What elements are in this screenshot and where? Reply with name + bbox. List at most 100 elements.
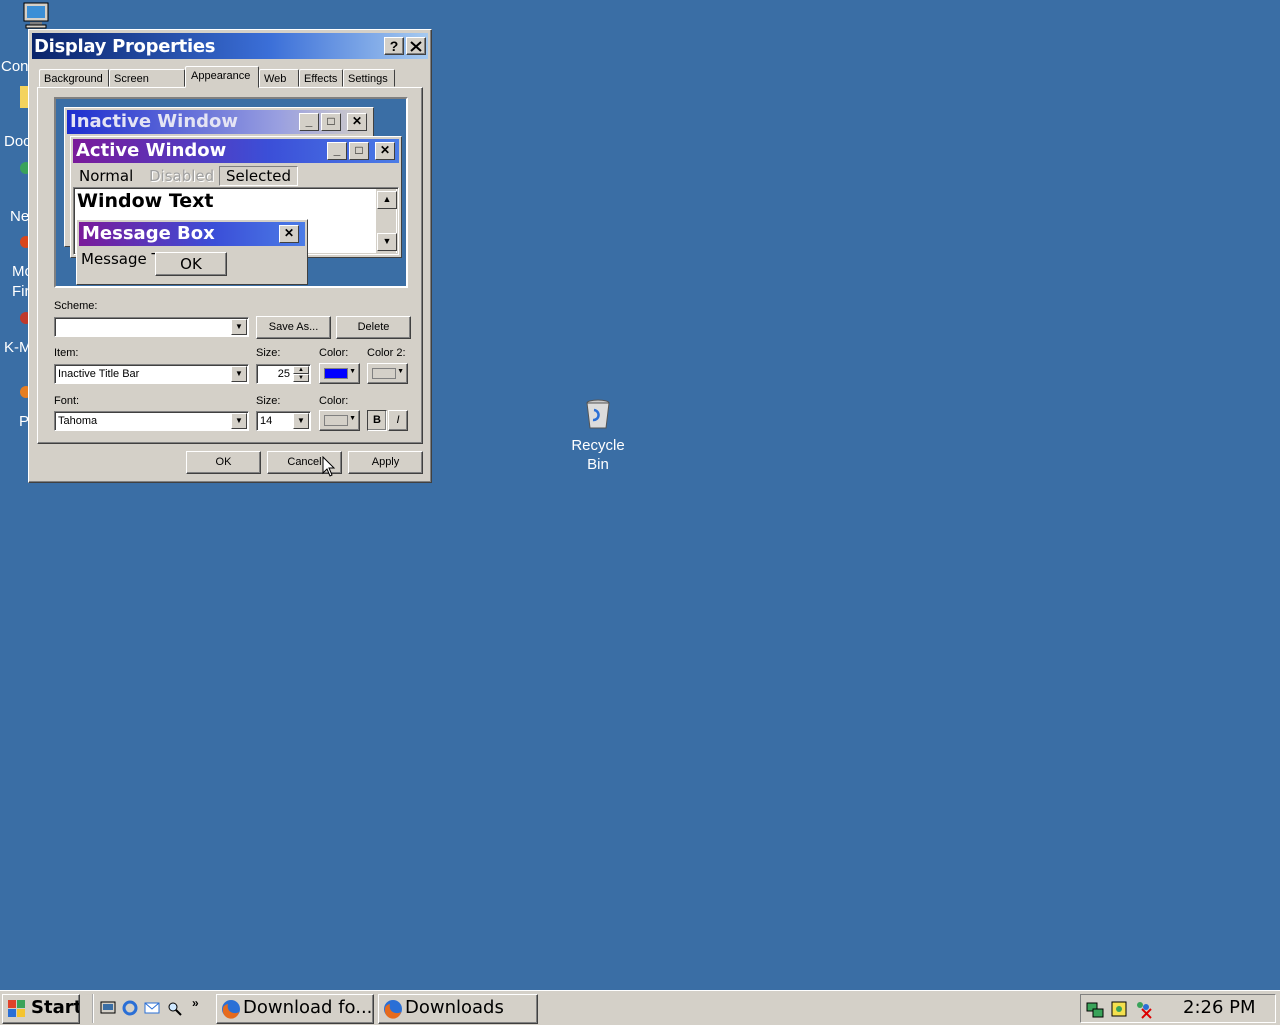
font-size-value: 14 xyxy=(260,415,273,427)
item-color-swatch xyxy=(324,368,348,379)
item-dropdown[interactable]: Inactive Title Bar ▼ xyxy=(54,364,249,384)
chevron-down-icon: ▼ xyxy=(349,415,356,422)
recycle-bin-icon xyxy=(586,399,610,429)
scroll-up-icon: ▲ xyxy=(377,191,397,209)
close-icon xyxy=(410,41,422,52)
preview-msgbox-ok: OK xyxy=(155,252,227,276)
close-button[interactable] xyxy=(406,37,426,55)
tab-web[interactable]: Web xyxy=(259,69,299,87)
scroll-down-icon: ▼ xyxy=(377,233,397,251)
desktop-label-firefox[interactable]: Fir xyxy=(12,283,30,300)
desktop-label-network[interactable]: Ne xyxy=(10,208,29,225)
windows-logo-icon xyxy=(8,1000,25,1017)
font-size-label: Size: xyxy=(256,395,281,407)
preview-message-box: Message Box ✕ Message T OK xyxy=(76,219,308,285)
help-button[interactable]: ? xyxy=(384,37,404,55)
chevron-down-icon: ▼ xyxy=(397,368,404,375)
task-button-download[interactable]: Download fo... xyxy=(216,994,374,1024)
chevron-down-icon[interactable]: ▼ xyxy=(293,413,309,429)
item-size-spinner[interactable]: 25 ▲ ▼ xyxy=(256,364,311,384)
font-value: Tahoma xyxy=(58,415,98,427)
tab-strip: Background Screen Saver Appearance Web E… xyxy=(37,66,423,103)
chevron-down-icon[interactable]: ▼ xyxy=(231,319,247,335)
chevron-down-icon[interactable]: ▼ xyxy=(231,366,247,382)
close-icon: ✕ xyxy=(347,113,367,131)
scheme-label: Scheme: xyxy=(54,300,98,312)
item-label: Item: xyxy=(54,347,79,359)
font-label: Font: xyxy=(54,395,80,407)
network-tray-icon[interactable] xyxy=(1085,999,1105,1019)
spin-up-icon[interactable]: ▲ xyxy=(293,366,309,374)
item-size-value: 25 xyxy=(277,368,290,380)
mouse-cursor-icon xyxy=(322,456,336,477)
maximize-icon: □ xyxy=(349,142,369,160)
my-computer-icon[interactable] xyxy=(22,2,52,30)
minimize-icon: _ xyxy=(299,113,319,131)
outlook-express-icon[interactable] xyxy=(144,1000,160,1016)
system-tray: 2:26 PM xyxy=(1080,994,1276,1023)
internet-explorer-icon[interactable] xyxy=(122,1000,138,1016)
close-icon: ✕ xyxy=(375,142,395,160)
search-icon[interactable] xyxy=(166,1000,182,1016)
apply-button[interactable]: Apply xyxy=(348,451,423,474)
preview-msgbox-title: Message Box xyxy=(82,223,215,244)
start-button[interactable]: Start xyxy=(2,994,80,1024)
preview-msgbox-text: Message T xyxy=(81,250,161,268)
item-value: Inactive Title Bar xyxy=(58,368,140,380)
font-color-label: Color: xyxy=(319,395,349,407)
spin-down-icon[interactable]: ▼ xyxy=(293,374,309,382)
recycle-bin-label: Recycle Bin xyxy=(566,436,630,474)
preview-menu-selected: Selected xyxy=(219,166,299,186)
minimize-icon: _ xyxy=(327,142,347,160)
show-desktop-icon[interactable] xyxy=(100,1000,116,1016)
tab-settings[interactable]: Settings xyxy=(343,69,395,87)
task-label-downloads: Downloads xyxy=(405,997,504,1018)
start-label: Start xyxy=(31,997,80,1018)
chevron-more-icon[interactable]: » xyxy=(192,996,199,1010)
font-size-dropdown[interactable]: 14 ▼ xyxy=(256,411,311,431)
font-color-button[interactable]: ▼ xyxy=(319,410,360,431)
desktop-label-documents[interactable]: Doc xyxy=(4,133,31,150)
tab-appearance[interactable]: Appearance xyxy=(185,66,259,88)
preview-menu-normal: Normal xyxy=(79,167,134,185)
dialog-titlebar[interactable]: Display Properties ? xyxy=(32,33,428,59)
firefox-icon xyxy=(222,1000,240,1019)
preview-active-title: Active Window xyxy=(76,140,227,161)
preview-msgbox-titlebar: Message Box xyxy=(79,222,305,246)
clock[interactable]: 2:26 PM xyxy=(1183,997,1256,1018)
tab-effects[interactable]: Effects xyxy=(299,69,343,87)
ok-button[interactable]: OK xyxy=(186,451,261,474)
appearance-panel: Inactive Window _ □ ✕ Active Window _ □ … xyxy=(37,87,423,444)
recycle-bin[interactable]: Recycle Bin xyxy=(566,398,630,476)
recycle-bin-label-line1: Recycle xyxy=(571,437,625,454)
bold-button[interactable]: B xyxy=(367,410,387,431)
chevron-down-icon: ▼ xyxy=(349,368,356,375)
item-color2-button[interactable]: ▼ xyxy=(367,363,408,384)
preview-window-text: Window Text xyxy=(77,190,214,212)
taskbar: Start » Download fo... Downloads 2:26 PM xyxy=(0,990,1280,1025)
tab-screen-saver[interactable]: Screen Saver xyxy=(109,69,185,103)
item-size-label: Size: xyxy=(256,347,281,359)
tab-background[interactable]: Background xyxy=(39,69,109,87)
save-as-button[interactable]: Save As... xyxy=(256,316,331,339)
item-color-button[interactable]: ▼ xyxy=(319,363,360,384)
desktop-label-computer[interactable]: Con xyxy=(1,58,29,75)
delete-button[interactable]: Delete xyxy=(336,316,411,339)
font-dropdown[interactable]: Tahoma ▼ xyxy=(54,411,249,431)
users-disconnected-tray-icon[interactable] xyxy=(1133,999,1153,1019)
preview-inactive-title: Inactive Window xyxy=(70,111,239,132)
scheme-dropdown[interactable]: ▼ xyxy=(54,317,249,337)
chevron-down-icon[interactable]: ▼ xyxy=(231,413,247,429)
close-icon: ✕ xyxy=(279,225,299,243)
appearance-preview[interactable]: Inactive Window _ □ ✕ Active Window _ □ … xyxy=(54,97,408,288)
recycle-bin-label-line2: Bin xyxy=(587,456,609,473)
display-properties-dialog: Display Properties ? Background Screen S… xyxy=(28,29,432,483)
italic-button[interactable]: I xyxy=(388,410,408,431)
dialog-title: Display Properties xyxy=(34,36,216,57)
item-color2-label: Color 2: xyxy=(367,347,406,359)
maximize-icon: □ xyxy=(321,113,341,131)
item-color2-swatch xyxy=(372,368,396,379)
quick-launch: » xyxy=(92,994,212,1023)
security-tray-icon[interactable] xyxy=(1109,999,1129,1019)
task-button-downloads[interactable]: Downloads xyxy=(378,994,538,1024)
